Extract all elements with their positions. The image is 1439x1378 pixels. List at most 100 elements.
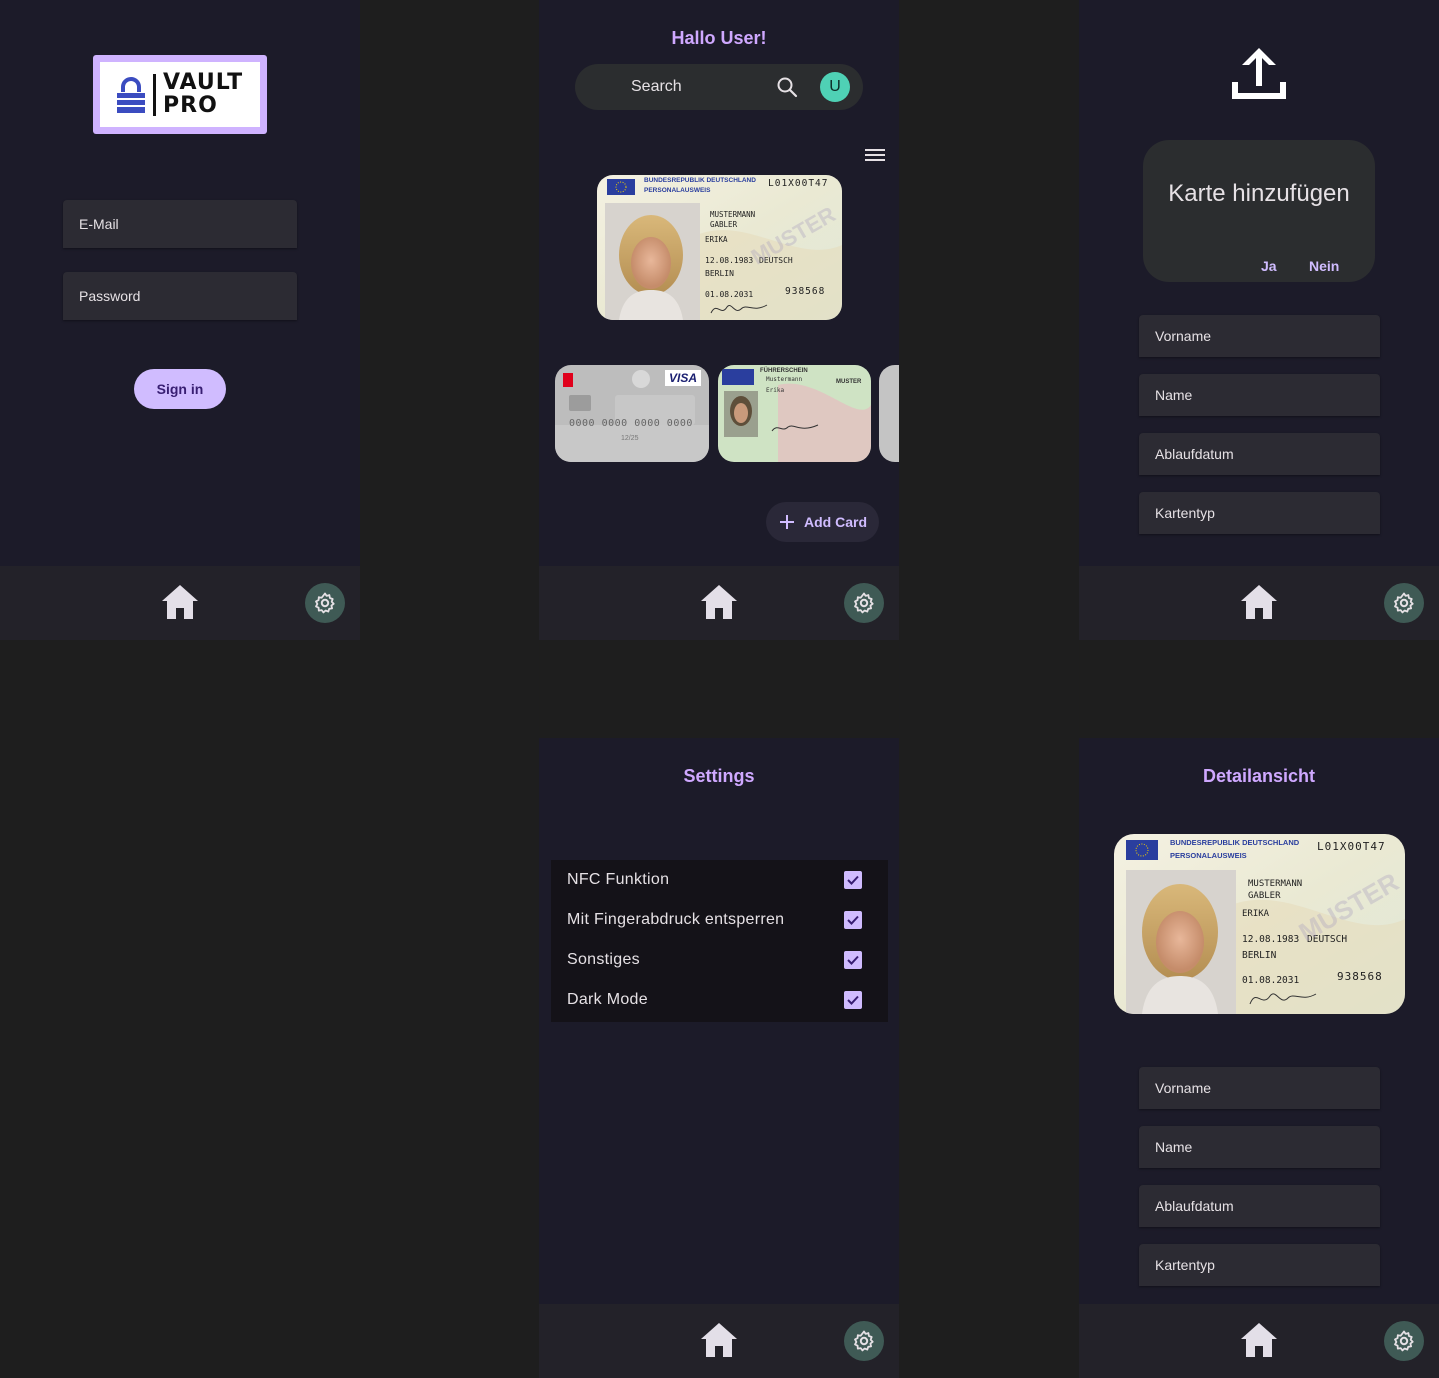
fingerprint-checkbox[interactable] <box>844 911 862 929</box>
signature-icon <box>710 304 768 314</box>
id-card-main[interactable]: BUNDESREPUBLIK DEUTSCHLAND PERSONALAUSWE… <box>597 175 842 320</box>
settings-button[interactable] <box>1384 583 1424 623</box>
email-field[interactable]: E-Mail <box>63 200 297 248</box>
dialog-yes-button[interactable]: Ja <box>1261 258 1277 274</box>
vorname-field[interactable]: Vorname <box>1139 315 1380 357</box>
check-icon <box>847 915 859 925</box>
search-placeholder: Search <box>631 78 682 95</box>
gear-icon <box>1394 592 1414 614</box>
home-icon[interactable] <box>1239 1320 1279 1360</box>
id-card-birthname: GABLER <box>710 220 738 229</box>
ablaufdatum-label: Ablaufdatum <box>1155 1198 1234 1214</box>
license-header: FÜHRERSCHEIN <box>760 368 808 374</box>
add-card-dialog: Karte hinzufügen Ja Nein <box>1143 140 1375 282</box>
bottom-nav <box>1079 566 1439 640</box>
bottom-nav <box>1079 1304 1439 1378</box>
id-card-given: ERIKA <box>1242 909 1270 919</box>
setting-nfc-label: NFC Funktion <box>567 871 670 888</box>
dialog-no-button[interactable]: Nein <box>1309 258 1339 274</box>
settings-button[interactable] <box>305 583 345 623</box>
settings-button[interactable] <box>844 583 884 623</box>
gear-icon <box>315 592 335 614</box>
misc-checkbox[interactable] <box>844 951 862 969</box>
id-card-can: 938568 <box>1337 970 1383 983</box>
name-field[interactable]: Name <box>1139 1126 1380 1168</box>
home-screen: Hallo User! Search U BUNDESREPUBLIK DEUT… <box>539 0 899 640</box>
detail-screen: Detailansicht BUNDESREPUBLIK DEUTSCHLAND… <box>1079 738 1439 1378</box>
id-card-subheader: PERSONALAUSWEIS <box>1170 851 1247 860</box>
setting-dark-mode-label: Dark Mode <box>567 991 648 1008</box>
upload-icon[interactable] <box>1230 44 1288 102</box>
signature-icon <box>771 424 819 432</box>
setting-dark-mode[interactable]: Dark Mode <box>551 980 888 1020</box>
vorname-label: Vorname <box>1155 1080 1212 1096</box>
check-icon <box>847 875 859 885</box>
name-label: Name <box>1155 1139 1193 1155</box>
settings-button[interactable] <box>844 1321 884 1361</box>
partial-card[interactable] <box>879 365 899 462</box>
license-given: Erika <box>766 387 785 394</box>
ablaufdatum-label: Ablaufdatum <box>1155 446 1234 462</box>
id-card-expiry: 01.08.2031 <box>705 290 754 299</box>
password-placeholder: Password <box>79 288 141 304</box>
kartentyp-field[interactable]: Kartentyp <box>1139 492 1380 534</box>
setting-misc-label: Sonstiges <box>567 951 640 968</box>
setting-fingerprint-label: Mit Fingerabdruck entsperren <box>567 911 785 928</box>
id-card-dob: 12.08.1983 <box>1242 934 1300 945</box>
search-icon[interactable] <box>776 76 798 98</box>
app-logo: VAULT PRO <box>93 55 267 134</box>
sign-in-button[interactable]: Sign in <box>134 369 226 409</box>
id-card-can: 938568 <box>785 286 826 297</box>
id-card-number: L01X00T47 <box>768 178 829 189</box>
gear-icon <box>1394 1330 1414 1352</box>
kartentyp-label: Kartentyp <box>1155 1257 1215 1273</box>
add-card-label: Add Card <box>804 514 867 530</box>
avatar-letter: U <box>829 78 841 95</box>
home-icon[interactable] <box>699 1320 739 1360</box>
add-card-screen: Karte hinzufügen Ja Nein Vorname Name Ab… <box>1079 0 1439 640</box>
kartentyp-field[interactable]: Kartentyp <box>1139 1244 1380 1286</box>
id-card-expiry: 01.08.2031 <box>1242 975 1300 986</box>
check-icon <box>847 955 859 965</box>
kartentyp-label: Kartentyp <box>1155 505 1215 521</box>
settings-button[interactable] <box>1384 1321 1424 1361</box>
id-card-subheader: PERSONALAUSWEIS <box>644 187 711 194</box>
id-card-header: BUNDESREPUBLIK DEUTSCHLAND <box>1170 838 1300 847</box>
visa-card[interactable]: VISA 0000 0000 0000 0000 12/25 <box>555 365 709 462</box>
logo-text-line2: PRO <box>163 93 218 118</box>
dark-mode-checkbox[interactable] <box>844 991 862 1009</box>
home-icon[interactable] <box>699 582 739 622</box>
ablaufdatum-field[interactable]: Ablaufdatum <box>1139 1185 1380 1227</box>
signature-icon <box>1249 993 1317 1005</box>
visa-brand: VISA <box>665 370 702 386</box>
lock-icon <box>117 77 145 113</box>
id-card-surname: MUSTERMANN <box>1248 879 1303 889</box>
id-card-number: L01X00T47 <box>1317 840 1386 853</box>
setting-misc[interactable]: Sonstiges <box>551 940 888 980</box>
menu-icon[interactable] <box>865 147 885 163</box>
home-icon[interactable] <box>160 582 200 622</box>
vorname-field[interactable]: Vorname <box>1139 1067 1380 1109</box>
bottom-nav <box>0 566 360 640</box>
nfc-checkbox[interactable] <box>844 871 862 889</box>
add-card-button[interactable]: Add Card <box>766 502 879 542</box>
check-icon <box>847 995 859 1005</box>
license-name: Mustermann <box>766 376 803 383</box>
password-field[interactable]: Password <box>63 272 297 320</box>
visa-expiry: 12/25 <box>621 435 639 442</box>
home-icon[interactable] <box>1239 582 1279 622</box>
setting-fingerprint[interactable]: Mit Fingerabdruck entsperren <box>551 900 888 940</box>
sign-in-label: Sign in <box>156 381 204 397</box>
bottom-nav <box>539 566 899 640</box>
avatar[interactable]: U <box>820 72 850 102</box>
setting-nfc[interactable]: NFC Funktion <box>551 860 888 900</box>
login-screen: VAULT PRO E-Mail Password Sign in <box>0 0 360 640</box>
search-bar[interactable]: Search U <box>575 64 863 110</box>
id-card-surname: MUSTERMANN <box>710 210 756 219</box>
license-card[interactable]: FÜHRERSCHEIN Mustermann Erika MUSTER <box>718 365 871 462</box>
id-card-place: BERLIN <box>705 269 734 278</box>
card-carousel[interactable]: VISA 0000 0000 0000 0000 12/25 FÜHRERSCH… <box>555 365 899 462</box>
name-field[interactable]: Name <box>1139 374 1380 416</box>
ablaufdatum-field[interactable]: Ablaufdatum <box>1139 433 1380 475</box>
settings-screen: Settings NFC Funktion Mit Fingerabdruck … <box>539 738 899 1378</box>
